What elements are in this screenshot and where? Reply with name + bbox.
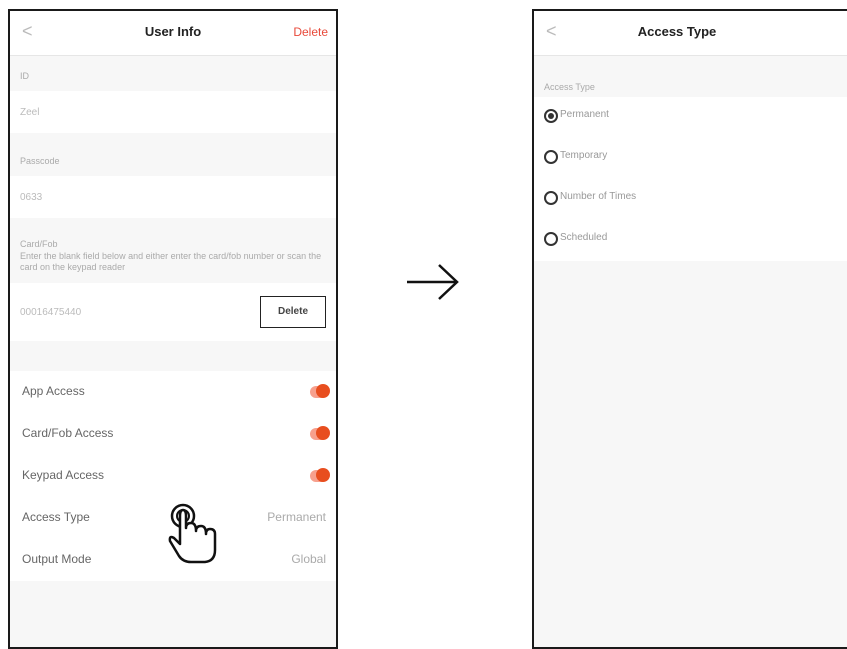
option-label: Scheduled [560, 232, 608, 243]
option-label: Temporary [560, 150, 608, 161]
keypad-access-label: Keypad Access [22, 468, 105, 482]
card-fob-label: Card/Fob [20, 239, 58, 249]
tap-hand-icon [168, 503, 217, 564]
page-title: Access Type [637, 24, 717, 39]
option-scheduled[interactable]: Scheduled [534, 220, 847, 260]
passcode-value: 0633 [20, 192, 43, 203]
id-value: Zeel [20, 107, 40, 118]
card-fob-access-label: Card/Fob Access [22, 426, 114, 440]
card-fob-access-toggle[interactable] [310, 426, 330, 440]
option-temporary[interactable]: Temporary [534, 138, 847, 178]
card-delete-button[interactable]: Delete [260, 296, 326, 328]
radio-icon [544, 191, 558, 205]
output-mode-label: Output Mode [22, 552, 92, 566]
radio-icon [544, 232, 558, 246]
access-type-value: Permanent [267, 510, 326, 524]
user-info-header: < User Info Delete [10, 11, 336, 56]
id-label: ID [20, 71, 29, 81]
keypad-access-row: Keypad Access [10, 455, 336, 497]
delete-user-button[interactable]: Delete [293, 25, 328, 39]
app-access-label: App Access [22, 384, 85, 398]
section-label: Access Type [544, 82, 595, 92]
keypad-access-toggle[interactable] [310, 468, 330, 482]
radio-selected-icon [544, 109, 558, 123]
page-title: User Info [144, 24, 202, 39]
output-mode-value: Global [291, 552, 326, 566]
radio-icon [544, 150, 558, 164]
app-access-toggle[interactable] [310, 384, 330, 398]
access-type-header: < Access Type [534, 11, 847, 56]
id-field[interactable]: Zeel [10, 91, 336, 133]
app-access-row: App Access [10, 371, 336, 413]
right-arrow-icon [407, 264, 459, 300]
access-type-screen: < Access Type Access Type Permanent Temp… [532, 9, 847, 649]
card-fob-access-row: Card/Fob Access [10, 413, 336, 455]
option-label: Permanent [560, 109, 609, 120]
card-fob-field[interactable]: 00016475440 Delete [10, 283, 336, 341]
option-label: Number of Times [560, 191, 637, 202]
option-number-of-times[interactable]: Number of Times [534, 179, 847, 219]
option-permanent[interactable]: Permanent [534, 97, 847, 137]
access-type-options: Permanent Temporary Number of Times Sche… [534, 97, 847, 261]
passcode-field[interactable]: 0633 [10, 176, 336, 218]
access-type-label: Access Type [22, 510, 90, 524]
card-fob-value: 00016475440 [20, 307, 82, 318]
passcode-label: Passcode [20, 156, 60, 166]
card-fob-hint: Enter the blank field below and either e… [20, 251, 322, 272]
